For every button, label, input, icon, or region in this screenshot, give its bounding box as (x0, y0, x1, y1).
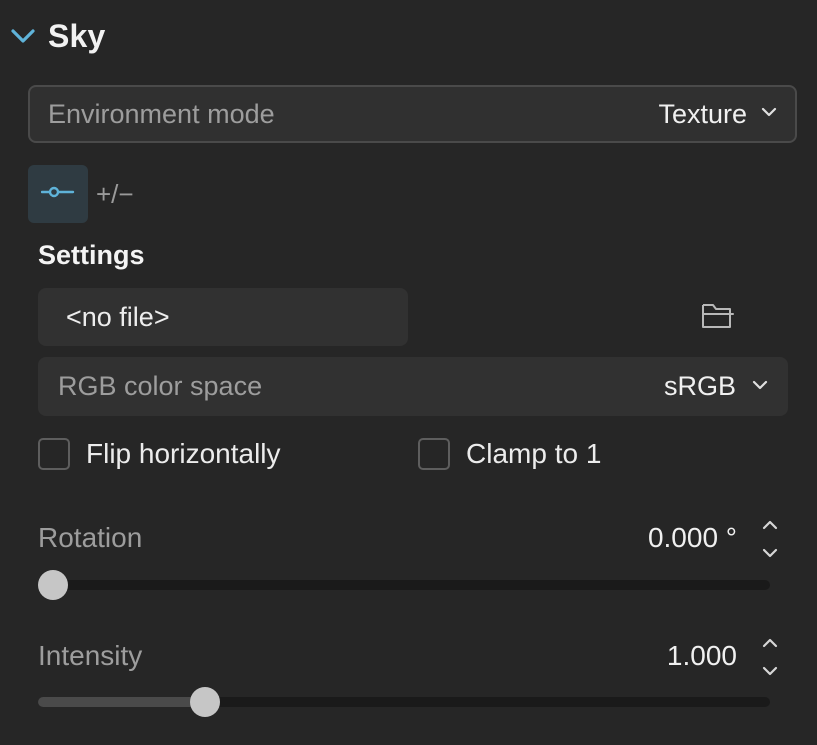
chevron-up-icon[interactable] (756, 515, 784, 535)
file-value: <no file> (66, 301, 170, 332)
plus-minus-label: +/− (96, 178, 134, 209)
intensity-stepper (756, 633, 784, 681)
section-title: Sky (48, 17, 106, 54)
flip-horizontally-checkbox[interactable]: Flip horizontally (38, 438, 281, 470)
rotation-value[interactable]: 0.000 ° (648, 522, 737, 554)
sky-section-header[interactable]: Sky (8, 12, 106, 60)
intensity-value[interactable]: 1.000 (667, 640, 737, 672)
chevron-down-icon (752, 378, 768, 396)
chevron-down-icon[interactable] (756, 661, 784, 681)
mode-tabs: +/− (28, 165, 144, 223)
sky-panel: Sky Environment mode Texture +/− Setting… (0, 0, 817, 745)
slider-thumb[interactable] (190, 687, 221, 717)
checkbox-box[interactable] (418, 438, 450, 470)
chevron-up-icon[interactable] (756, 633, 784, 653)
environment-mode-dropdown[interactable]: Environment mode Texture (28, 85, 797, 143)
chevron-down-icon (8, 21, 38, 51)
flip-horizontally-label: Flip horizontally (86, 438, 281, 469)
settings-heading: Settings (38, 240, 145, 270)
chevron-down-icon[interactable] (756, 543, 784, 563)
environment-mode-value: Texture (658, 98, 747, 129)
color-space-label: RGB color space (58, 371, 263, 401)
environment-mode-label: Environment mode (48, 98, 275, 129)
intensity-label: Intensity (38, 640, 143, 671)
browse-folder-button[interactable] (697, 296, 739, 338)
folder-open-icon (701, 300, 735, 335)
checkbox-box[interactable] (38, 438, 70, 470)
tab-link-mode[interactable] (28, 165, 88, 223)
intensity-slider[interactable] (38, 687, 770, 717)
rotation-label: Rotation (38, 522, 143, 553)
clamp-to-1-checkbox[interactable]: Clamp to 1 (418, 438, 601, 470)
clamp-to-1-label: Clamp to 1 (466, 438, 602, 469)
tab-plus-minus-mode[interactable]: +/− (96, 165, 144, 223)
chevron-down-icon (761, 105, 777, 123)
rotation-stepper (756, 515, 784, 563)
rotation-slider[interactable] (38, 570, 770, 600)
texture-file-field[interactable]: <no file> (38, 288, 408, 346)
slider-fill (38, 697, 206, 707)
link-dot-icon (40, 185, 75, 204)
color-space-value: sRGB (663, 371, 736, 401)
slider-thumb[interactable] (38, 570, 68, 600)
rgb-color-space-dropdown[interactable]: RGB color space sRGB (38, 357, 788, 416)
